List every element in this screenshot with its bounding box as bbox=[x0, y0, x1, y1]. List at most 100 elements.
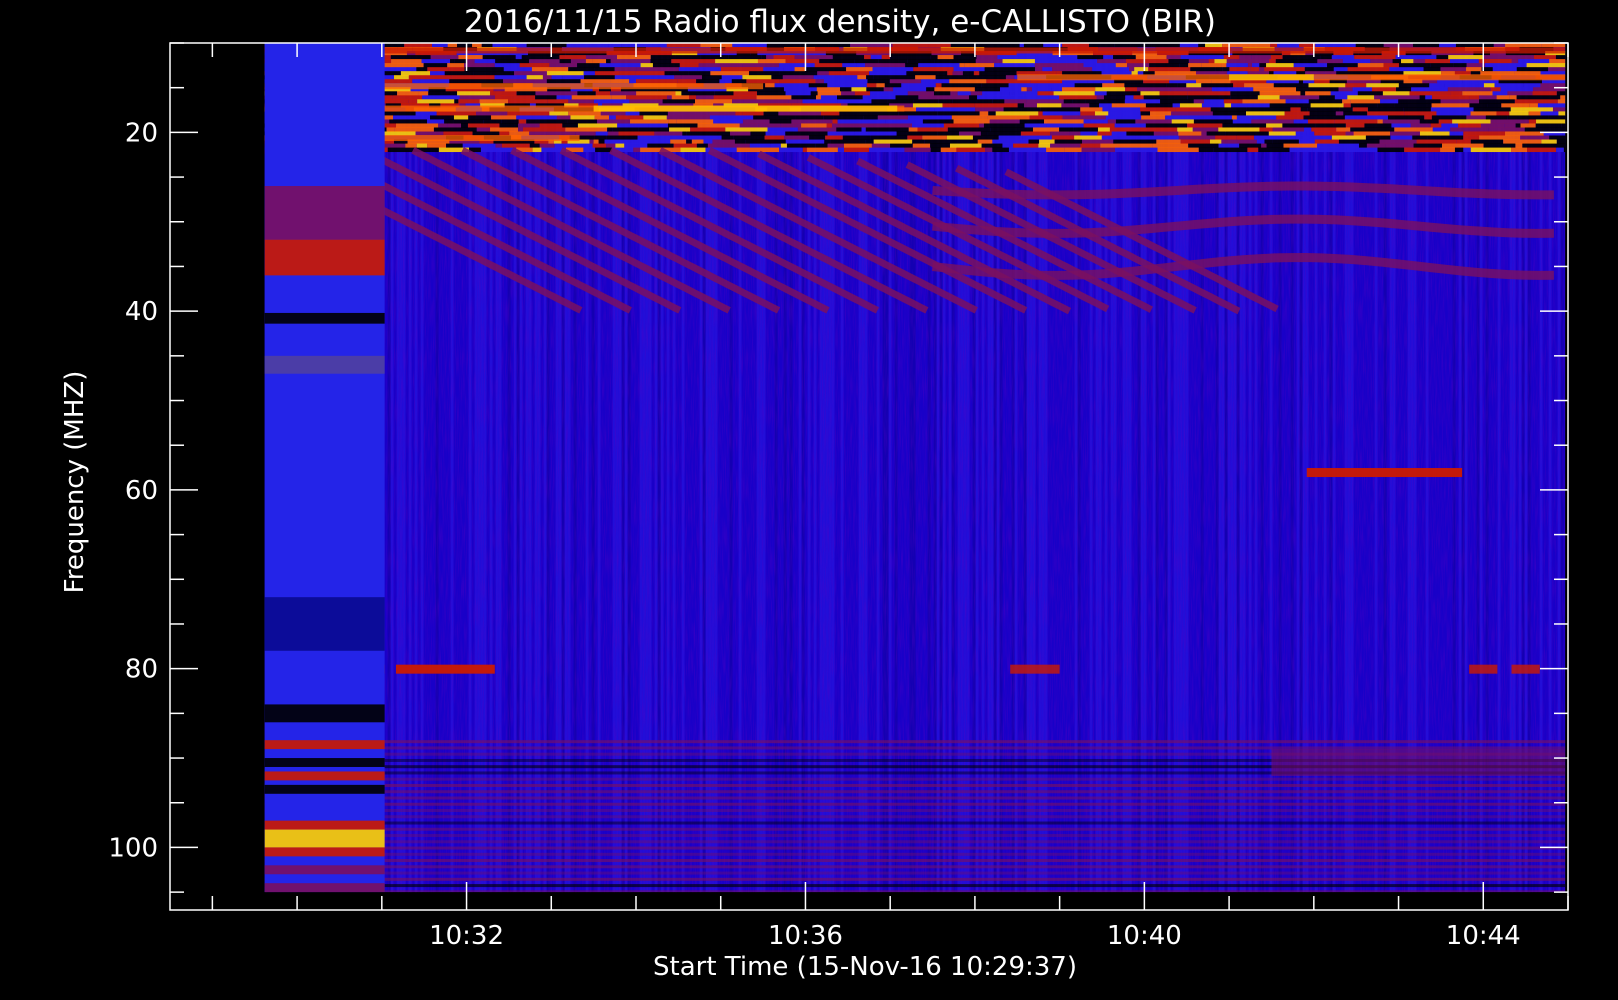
rfi-segment bbox=[720, 67, 764, 72]
rfi-segment bbox=[593, 99, 630, 104]
rfi-segment bbox=[842, 135, 871, 140]
rfi-segment bbox=[666, 115, 710, 120]
rfi-segment bbox=[571, 95, 612, 100]
rfi-segment bbox=[562, 75, 585, 80]
rfi-segment bbox=[862, 95, 896, 100]
rfi-segment bbox=[774, 83, 809, 88]
calibration-row bbox=[264, 239, 385, 276]
rfi-segment bbox=[1306, 103, 1311, 108]
rfi-segment bbox=[824, 79, 868, 84]
rfi-segment bbox=[1450, 59, 1479, 64]
rfi-segment bbox=[1430, 123, 1442, 128]
rfi-segment bbox=[1528, 119, 1537, 124]
rfi-segment bbox=[1222, 67, 1230, 72]
rfi-segment bbox=[739, 123, 759, 128]
narrowband-blip bbox=[1469, 664, 1498, 674]
rfi-segment bbox=[1526, 63, 1566, 68]
rfi-segment bbox=[784, 135, 810, 140]
rfi-segment bbox=[745, 139, 786, 145]
rfi-segment bbox=[1236, 115, 1277, 120]
rfi-segment bbox=[392, 95, 423, 100]
rfi-segment bbox=[1101, 135, 1136, 140]
rfi-segment bbox=[785, 91, 811, 96]
rfi-segment bbox=[1444, 83, 1484, 88]
rfi-segment bbox=[1524, 127, 1555, 132]
rfi-segment bbox=[1520, 55, 1534, 60]
rfi-segment bbox=[701, 75, 722, 80]
rfi-segment bbox=[1338, 139, 1380, 145]
rfi-segment bbox=[515, 55, 522, 60]
rfi-segment bbox=[1034, 63, 1044, 68]
rfi-segment bbox=[843, 143, 872, 149]
rfi-segment bbox=[535, 95, 557, 100]
rfi-segment bbox=[1244, 83, 1274, 88]
rfi-segment bbox=[1203, 99, 1224, 104]
rfi-segment bbox=[943, 123, 980, 128]
rfi-segment bbox=[1490, 119, 1529, 124]
rfi-segment bbox=[763, 111, 779, 116]
rfi-segment bbox=[946, 135, 973, 140]
rfi-segment bbox=[959, 63, 965, 68]
rfi-segment bbox=[813, 75, 858, 80]
rfi-segment bbox=[782, 75, 814, 80]
rfi-segment bbox=[1253, 87, 1297, 92]
rfi-segment bbox=[846, 67, 873, 72]
fm-band-row bbox=[264, 890, 1566, 893]
rfi-segment bbox=[630, 139, 671, 145]
rfi-segment bbox=[1336, 127, 1351, 132]
rfi-segment bbox=[817, 91, 842, 96]
rfi-segment bbox=[890, 55, 931, 60]
fm-band-row bbox=[264, 884, 1566, 888]
rfi-segment bbox=[1137, 87, 1171, 92]
rfi-segment bbox=[1223, 99, 1243, 104]
rfi-segment bbox=[915, 75, 936, 80]
rfi-segment bbox=[952, 71, 963, 76]
rfi-segment bbox=[806, 147, 838, 153]
rfi-segment bbox=[1268, 131, 1296, 136]
rfi-segment bbox=[499, 123, 519, 128]
rfi-segment bbox=[935, 83, 942, 88]
rfi-segment bbox=[516, 115, 557, 120]
rfi-segment bbox=[873, 75, 916, 80]
rfi-segment bbox=[586, 55, 617, 60]
rfi-segment bbox=[1050, 143, 1081, 149]
rfi-segment bbox=[1270, 55, 1283, 60]
rfi-segment bbox=[521, 55, 560, 60]
rfi-segment bbox=[825, 135, 843, 140]
rfi-segment bbox=[794, 67, 806, 72]
rfi-segment bbox=[1077, 55, 1104, 60]
rfi-segment bbox=[908, 127, 918, 132]
rfi-segment bbox=[869, 147, 905, 153]
rfi-segment bbox=[1179, 103, 1202, 108]
rfi-segment bbox=[1201, 131, 1207, 136]
rfi-segment bbox=[1511, 147, 1528, 153]
rfi-segment bbox=[459, 95, 482, 100]
rfi-segment bbox=[383, 63, 424, 68]
rfi-segment bbox=[570, 115, 595, 120]
rfi-segment bbox=[1002, 59, 1035, 64]
rfi-segment bbox=[526, 75, 543, 80]
rfi-segment bbox=[820, 111, 840, 116]
rfi-segment bbox=[881, 55, 891, 60]
rfi-segment bbox=[1487, 103, 1502, 108]
narrowband-line bbox=[395, 664, 495, 674]
rfi-segment bbox=[565, 127, 608, 132]
rfi-segment bbox=[1379, 95, 1420, 100]
rfi-segment bbox=[952, 99, 993, 104]
rfi-segment bbox=[1430, 63, 1454, 68]
rfi-segment bbox=[1516, 95, 1561, 100]
rfi-segment bbox=[757, 59, 786, 64]
rfi-segment bbox=[906, 71, 942, 76]
rfi-segment bbox=[1528, 111, 1541, 116]
rfi-segment bbox=[1462, 91, 1493, 96]
rfi-segment bbox=[918, 63, 960, 68]
rfi-segment bbox=[1479, 99, 1515, 104]
rfi-segment bbox=[1258, 147, 1290, 153]
rfi-segment bbox=[1100, 143, 1120, 149]
rfi-segment bbox=[1308, 83, 1346, 88]
rfi-segment bbox=[595, 91, 611, 96]
rfi-segment bbox=[1081, 147, 1116, 153]
rfi-segment bbox=[640, 63, 653, 68]
y-tick-label: 100 bbox=[108, 833, 158, 863]
fm-band-row bbox=[264, 834, 1566, 838]
